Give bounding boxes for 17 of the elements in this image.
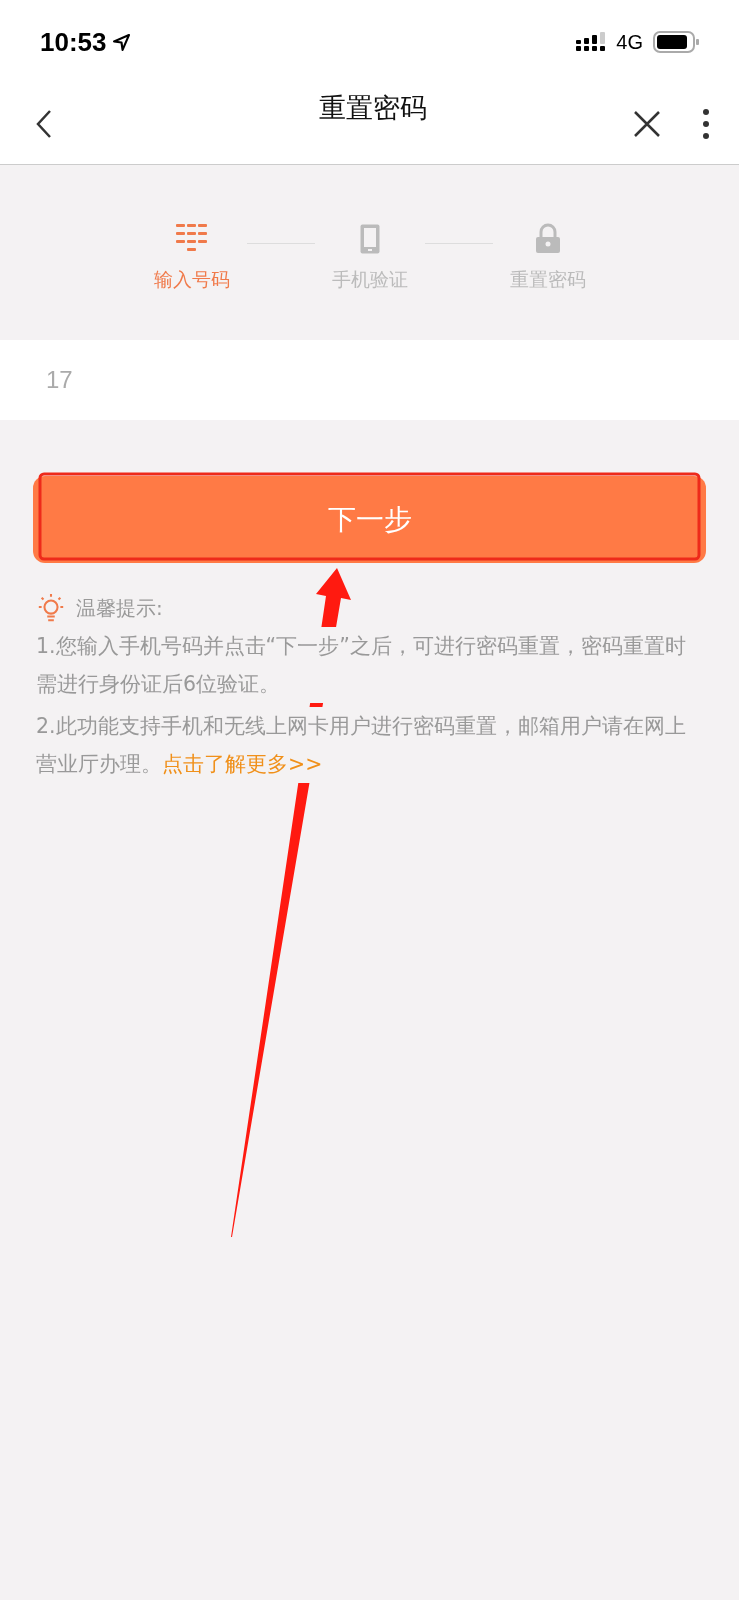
location-arrow-icon xyxy=(112,33,130,51)
signal-icon xyxy=(576,32,607,52)
step-label: 重置密码 xyxy=(509,267,586,292)
tips-title: 温馨提示: xyxy=(76,594,163,622)
network-label: 4G xyxy=(616,30,643,54)
more-icon[interactable] xyxy=(703,109,709,139)
close-icon[interactable] xyxy=(633,110,661,138)
battery-icon xyxy=(653,31,699,53)
phone-input[interactable]: 17 xyxy=(0,340,739,420)
back-icon[interactable] xyxy=(36,109,52,139)
learn-more-link[interactable]: 点击了解更多>> xyxy=(162,752,323,776)
step-label: 手机验证 xyxy=(331,267,408,292)
step-label: 输入号码 xyxy=(153,267,230,292)
next-button[interactable]: 下一步 xyxy=(33,476,706,563)
page-title: 重置密码 xyxy=(318,91,427,125)
lightbulb-icon xyxy=(36,593,66,623)
status-time: 10:53 xyxy=(40,26,107,58)
